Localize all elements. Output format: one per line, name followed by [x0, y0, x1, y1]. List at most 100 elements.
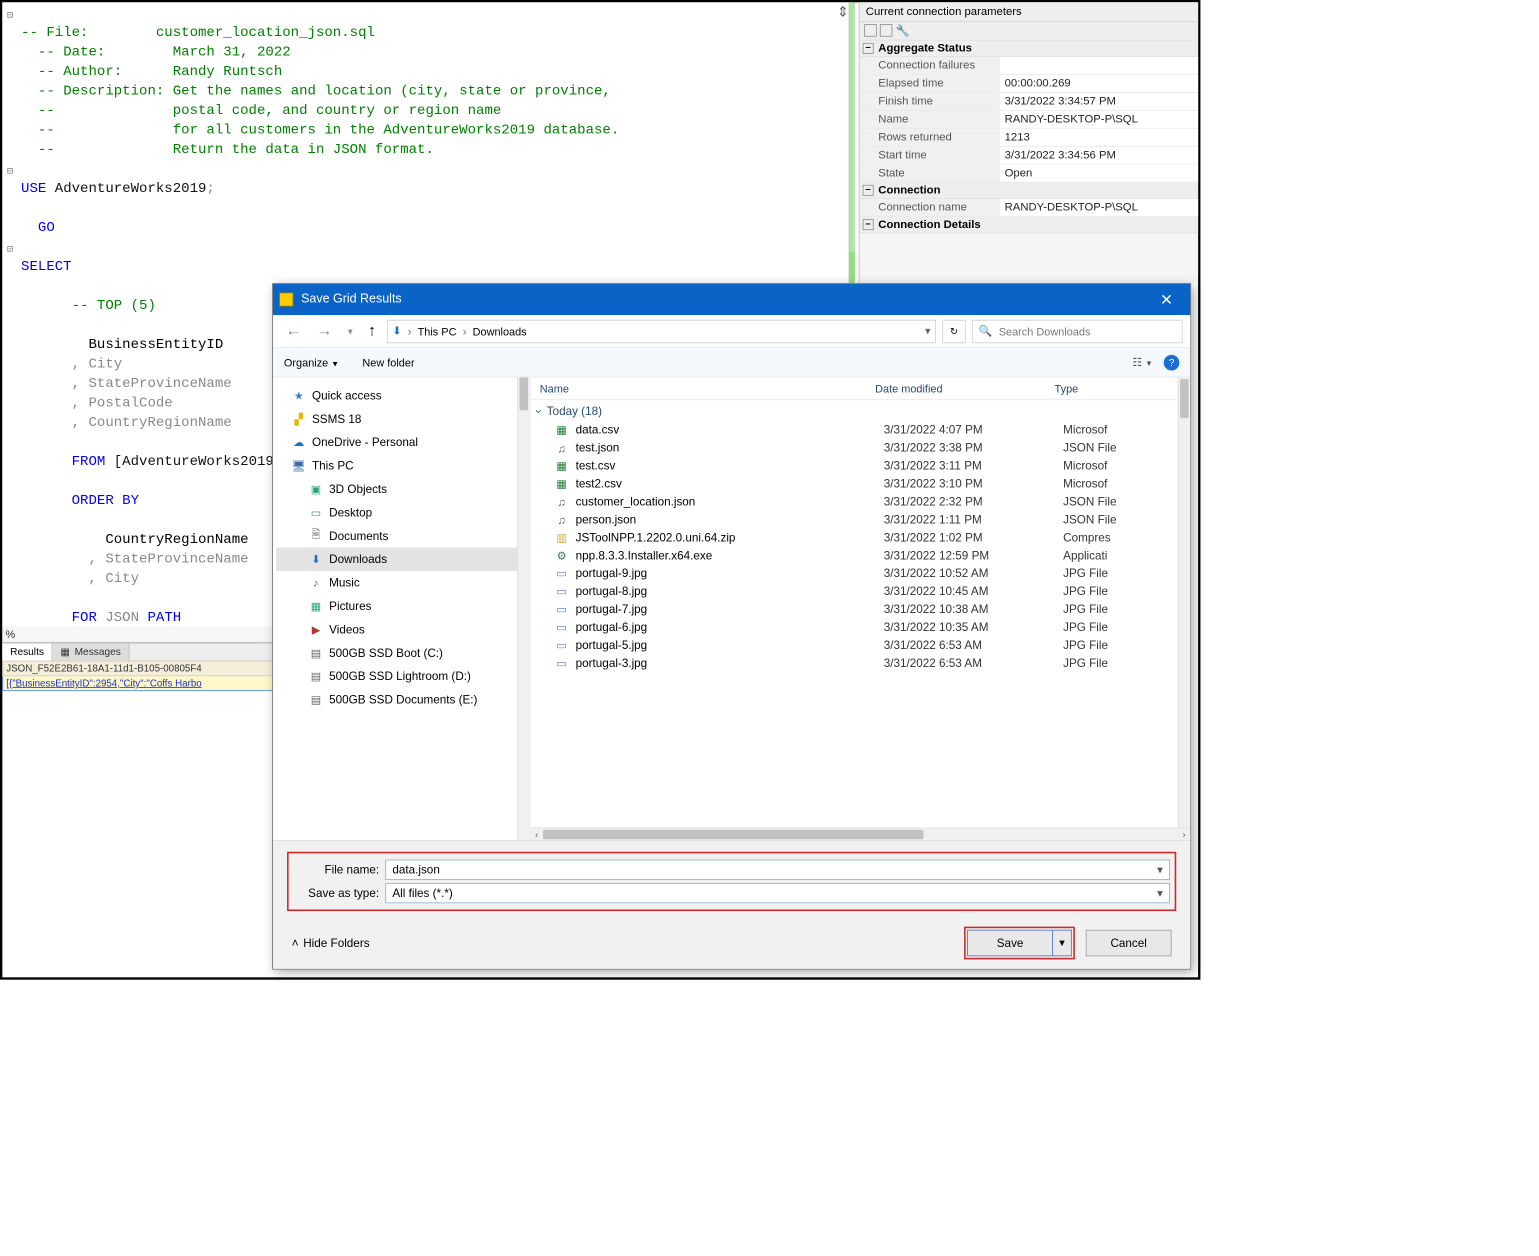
file-row[interactable]: ⚙npp.8.3.3.Installer.x64.exe3/31/2022 12… [530, 547, 1190, 565]
folder-icon: ▤ [309, 693, 323, 707]
file-list-vscrollbar[interactable] [1178, 378, 1190, 828]
file-row[interactable]: ▭portugal-7.jpg3/31/2022 10:38 AMJPG Fil… [530, 601, 1190, 619]
grid-column-header[interactable]: JSON_F52E2B61-18A1-11d1-B105-00805F4 [2, 661, 275, 677]
c-author-val: Randy Runtsch [173, 64, 283, 80]
props-row[interactable]: Finish time3/31/2022 3:34:57 PM [860, 93, 1199, 111]
props-alpha-icon[interactable] [880, 24, 892, 36]
file-name: JSToolNPP.1.2202.0.uni.64.zip [576, 531, 884, 544]
close-icon[interactable]: ✕ [1149, 290, 1184, 310]
file-list[interactable]: ▦data.csv3/31/2022 4:07 PMMicrosof♫test.… [530, 421, 1190, 827]
file-row[interactable]: ▭portugal-8.jpg3/31/2022 10:45 AMJPG Fil… [530, 583, 1190, 601]
chevron-down-icon: › [532, 410, 545, 414]
props-row[interactable]: Elapsed time00:00:00.269 [860, 75, 1199, 93]
help-icon[interactable]: ? [1164, 355, 1180, 371]
props-toolbar[interactable]: 🔧 [860, 22, 1199, 41]
nav-back-icon[interactable]: ← [281, 321, 306, 342]
file-row[interactable]: ▭portugal-3.jpg3/31/2022 6:53 AMJPG File [530, 654, 1190, 672]
tree-item[interactable]: ▤500GB SSD Boot (C:) [276, 641, 526, 664]
file-date: 3/31/2022 1:02 PM [884, 531, 1063, 544]
file-row[interactable]: ▦test2.csv3/31/2022 3:10 PMMicrosof [530, 475, 1190, 493]
props-key: Name [860, 111, 1000, 128]
new-folder-button[interactable]: New folder [362, 356, 414, 368]
folder-icon: ▶ [309, 622, 323, 636]
tree-item[interactable]: ▭Desktop [276, 501, 526, 524]
props-value: RANDY-DESKTOP-P\SQL [1000, 199, 1198, 216]
tree-item-label: OneDrive - Personal [312, 436, 418, 449]
tree-item[interactable]: ⬇Downloads [276, 548, 526, 571]
grid-json-cell[interactable]: [{"BusinessEntityID":2954,"City":"Coffs … [2, 676, 275, 691]
file-row[interactable]: ▦test.csv3/31/2022 3:11 PMMicrosof [530, 457, 1190, 475]
tree-item[interactable]: ▦Pictures [276, 594, 526, 617]
props-categorized-icon[interactable] [864, 24, 876, 36]
tree-scrollbar[interactable] [517, 378, 529, 841]
file-group-today[interactable]: › Today (18) [530, 400, 1190, 421]
props-row[interactable]: Start time3/31/2022 3:34:56 PM [860, 147, 1199, 165]
props-row[interactable]: Connection nameRANDY-DESKTOP-P\SQL [860, 199, 1199, 217]
collapse-aggregate-icon[interactable]: − [863, 43, 874, 54]
breadcrumb-root[interactable]: This PC [418, 325, 457, 337]
save-dropdown-button[interactable]: ▼ [1053, 930, 1072, 957]
folder-tree[interactable]: ★Quick access▞SSMS 18☁OneDrive - Persona… [273, 378, 530, 841]
file-row[interactable]: ▭portugal-9.jpg3/31/2022 10:52 AMJPG Fil… [530, 565, 1190, 583]
props-row[interactable]: Connection failures [860, 57, 1199, 75]
props-row[interactable]: StateOpen [860, 165, 1199, 183]
file-row[interactable]: ♫person.json3/31/2022 1:11 PMJSON File [530, 511, 1190, 529]
nav-up-icon[interactable]: ↑ [364, 321, 381, 342]
save-button[interactable]: Save [967, 930, 1053, 957]
file-row[interactable]: ▦data.csv3/31/2022 4:07 PMMicrosof [530, 421, 1190, 439]
chevron-down-icon[interactable]: ▾ [1157, 886, 1163, 900]
col-name[interactable]: Name [540, 382, 875, 394]
props-row[interactable]: NameRANDY-DESKTOP-P\SQL [860, 111, 1199, 129]
file-row[interactable]: ♫test.json3/31/2022 3:38 PMJSON File [530, 439, 1190, 457]
props-value: 3/31/2022 3:34:57 PM [1000, 93, 1198, 110]
tree-item[interactable]: ♪Music [276, 571, 526, 594]
col-type[interactable]: Type [1055, 382, 1191, 394]
tab-messages[interactable]: ▦Messages [53, 644, 130, 661]
props-row[interactable]: Rows returned1213 [860, 129, 1199, 147]
tree-item[interactable]: 🖥This PC [276, 454, 526, 477]
hide-folders-button[interactable]: ˄ Hide Folders [292, 936, 370, 949]
tree-item[interactable]: ☁OneDrive - Personal [276, 431, 526, 454]
file-name: customer_location.json [576, 495, 884, 508]
file-list-hscrollbar[interactable]: ‹› [530, 828, 1190, 840]
tree-item[interactable]: ▶Videos [276, 618, 526, 641]
collapse-connection-icon[interactable]: − [863, 185, 874, 196]
file-row[interactable]: ▥JSToolNPP.1.2202.0.uni.64.zip3/31/2022 … [530, 529, 1190, 547]
search-input[interactable]: 🔍 Search Downloads [972, 319, 1183, 342]
file-row[interactable]: ▭portugal-5.jpg3/31/2022 6:53 AMJPG File [530, 636, 1190, 654]
tree-item[interactable]: ▤500GB SSD Documents (E:) [276, 688, 526, 711]
tree-item[interactable]: ▤500GB SSD Lightroom (D:) [276, 665, 526, 688]
breadcrumb-folder[interactable]: Downloads [473, 325, 527, 337]
organize-button[interactable]: Organize ▼ [284, 356, 339, 368]
file-name-field[interactable]: data.json ▾ [385, 860, 1170, 880]
nav-recent-icon[interactable]: ▾ [343, 324, 357, 338]
cancel-button[interactable]: Cancel [1086, 930, 1172, 957]
tree-item[interactable]: ▞SSMS 18 [276, 407, 526, 430]
file-row[interactable]: ♫customer_location.json3/31/2022 2:32 PM… [530, 493, 1190, 511]
chevron-down-icon[interactable]: ▾ [1157, 863, 1163, 877]
breadcrumb[interactable]: ⬇ › This PC › Downloads ▾ [387, 319, 936, 342]
tree-item[interactable]: ★Quick access [276, 384, 526, 407]
file-type: JPG File [1063, 567, 1190, 580]
save-type-field[interactable]: All files (*.*) ▾ [385, 883, 1170, 903]
folder-icon: 🗎 [309, 529, 323, 543]
tree-item[interactable]: ▣3D Objects [276, 477, 526, 500]
file-date: 3/31/2022 3:11 PM [884, 459, 1063, 472]
view-options-icon[interactable]: ☷ ▼ [1132, 356, 1153, 369]
props-wrench-icon[interactable]: 🔧 [895, 24, 909, 37]
splitter-icon[interactable]: ⇕ [837, 4, 849, 20]
col-date[interactable]: Date modified [875, 382, 1054, 394]
chevron-down-icon[interactable]: ▾ [925, 324, 930, 337]
tree-item[interactable]: 🗎Documents [276, 524, 526, 547]
props-title: Current connection parameters [860, 2, 1199, 22]
dialog-titlebar[interactable]: Save Grid Results ✕ [273, 284, 1190, 315]
file-list-header[interactable]: Name Date modified Type [530, 378, 1190, 401]
chevron-down-icon: ▼ [331, 360, 339, 369]
search-placeholder: Search Downloads [999, 325, 1091, 337]
file-date: 3/31/2022 2:32 PM [884, 495, 1063, 508]
file-row[interactable]: ▭portugal-6.jpg3/31/2022 10:35 AMJPG Fil… [530, 619, 1190, 637]
file-type-icon: ▭ [554, 567, 570, 580]
tab-results[interactable]: Results [2, 644, 52, 661]
refresh-icon[interactable]: ↻ [942, 319, 965, 342]
collapse-connection-details-icon[interactable]: − [863, 219, 874, 230]
